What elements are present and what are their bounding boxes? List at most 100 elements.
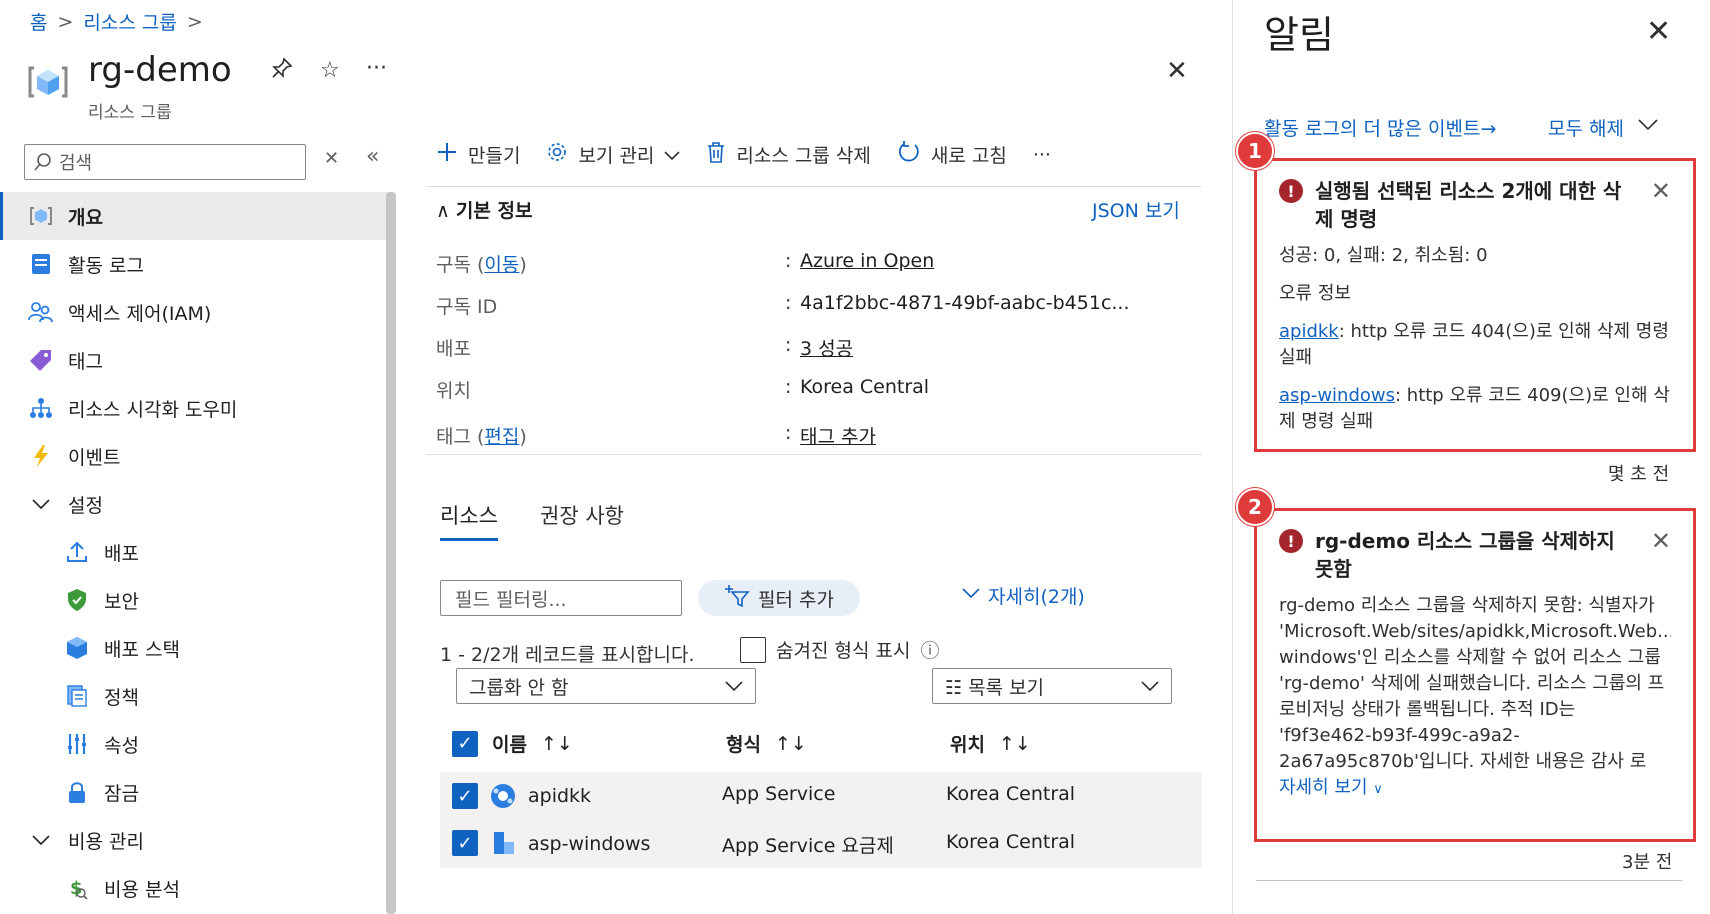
clear-search-icon[interactable]: ✕ [324, 148, 339, 169]
sidebar-item-label: 배포 [104, 542, 139, 565]
colon: : [785, 292, 792, 314]
dismiss-all-button[interactable]: 모두 해제 [1548, 114, 1658, 141]
subscription-label: 구독 (이동) [436, 250, 527, 277]
select-all-checkbox[interactable]: ✓ [452, 730, 478, 757]
dismiss-notification-icon[interactable]: ✕ [1651, 527, 1671, 555]
subscription-move-link[interactable]: 이동 [484, 254, 519, 276]
column-header-location[interactable]: 위치 ↑↓ [950, 730, 1031, 757]
users-icon [28, 299, 54, 325]
sidebar-item-tags[interactable]: 태그 [0, 336, 388, 384]
search-icon [34, 153, 51, 171]
breadcrumb: 홈 > 리소스 그룹 > [30, 8, 203, 35]
manage-view-button[interactable]: 보기 관리 [546, 141, 680, 168]
info-icon[interactable]: ⓘ [920, 636, 939, 663]
sidebar-item-label: 태그 [68, 350, 103, 373]
colon: : [785, 250, 792, 272]
sidebar-item-policies[interactable]: 정책 [0, 672, 388, 720]
sidebar-item-security[interactable]: 보안 [0, 576, 388, 624]
add-tags-link[interactable]: 태그 추가 [800, 422, 876, 449]
refresh-label: 새로 고침 [930, 145, 1007, 167]
chevron-down-icon [28, 827, 54, 853]
subscription-link[interactable]: Azure in Open [800, 250, 934, 272]
sidebar-item-activity-log[interactable]: 활동 로그 [0, 240, 388, 288]
error-resource-link[interactable]: apidkk [1279, 321, 1339, 342]
sidebar-item-label: 설정 [68, 494, 103, 517]
sidebar-item-overview[interactable]: 개요 [0, 192, 388, 240]
group-by-dropdown[interactable]: 그룹화 안 함 [456, 668, 756, 704]
notification-title[interactable]: rg-demo 리소스 그룹을 삭제하지 못함 [1315, 527, 1639, 583]
view-mode-dropdown[interactable]: ☷ 목록 보기 [932, 668, 1172, 704]
sidebar-scrollbar[interactable] [386, 192, 396, 914]
chevron-down-icon: ∨ [1373, 782, 1383, 797]
tab-resources[interactable]: 리소스 [440, 500, 498, 541]
column-header-name[interactable]: ✓ 이름 ↑↓ [452, 730, 573, 757]
refresh-button[interactable]: 새로 고침 [897, 140, 1007, 169]
notification-summary: 성공: 0, 실패: 2, 취소됨: 0 [1279, 245, 1488, 266]
search-input[interactable]: 검색 [24, 144, 306, 180]
row-checkbox[interactable]: ✓ [452, 830, 478, 856]
sidebar-item-properties[interactable]: 속성 [0, 720, 388, 768]
activity-log-icon [28, 251, 54, 277]
sidebar-item-deployment-stacks[interactable]: 배포 스택 [0, 624, 388, 672]
dismiss-all-label: 모두 해제 [1548, 118, 1624, 140]
sidebar-item-events[interactable]: 이벤트 [0, 432, 388, 480]
pin-icon[interactable] [270, 56, 294, 86]
breadcrumb-separator: > [186, 10, 203, 33]
subscription-label-end: ) [519, 254, 527, 276]
breadcrumb-resource-groups[interactable]: 리소스 그룹 [83, 8, 176, 35]
delete-resource-group-button[interactable]: 리소스 그룹 삭제 [706, 141, 871, 168]
details-toggle[interactable]: 자세히(2개) [962, 582, 1085, 609]
more-events-link[interactable]: 활동 로그의 더 많은 이벤트→ [1264, 114, 1496, 141]
more-commands-button[interactable]: ··· [1033, 144, 1051, 166]
essentials-toggle[interactable]: ∧ 기본 정보 [436, 196, 532, 223]
create-button[interactable]: 만들기 [436, 141, 520, 168]
refresh-icon [897, 140, 921, 169]
see-more-link[interactable]: 자세히 보기 ∨ [1279, 775, 1671, 803]
show-hidden-types[interactable]: 숨겨진 형식 표시 ⓘ [740, 636, 939, 663]
sidebar-item-iam[interactable]: 액세스 제어(IAM) [0, 288, 388, 336]
notification-card[interactable]: ! rg-demo 리소스 그룹을 삭제하지 못함 ✕ rg-demo 리소스 … [1254, 508, 1696, 842]
sidebar-group-cost-management[interactable]: 비용 관리 [0, 816, 388, 864]
show-hidden-types-checkbox[interactable] [740, 636, 766, 663]
column-location-label: 위치 [950, 734, 985, 756]
record-count: 1 - 2/2개 레코드를 표시합니다. [440, 644, 695, 666]
see-more-label: 자세히 보기 [1279, 777, 1368, 798]
collapse-nav-icon[interactable]: « [366, 144, 379, 169]
resource-type: App Service 요금제 [722, 835, 894, 857]
row-checkbox[interactable]: ✓ [452, 783, 478, 809]
close-notifications-icon[interactable]: ✕ [1646, 14, 1671, 49]
divider [426, 186, 1202, 187]
sidebar-item-label: 속성 [104, 734, 139, 757]
chevron-down-icon [1638, 114, 1658, 141]
deployments-link[interactable]: 3 성공 [800, 334, 853, 361]
notification-card[interactable]: ! 실행됨 선택된 리소스 2개에 대한 삭제 명령 ✕ 성공: 0, 실패: … [1254, 158, 1696, 452]
sidebar-item-resource-visualizer[interactable]: 리소스 시각화 도우미 [0, 384, 388, 432]
policy-icon [64, 683, 90, 709]
sidebar-item-deployments[interactable]: 배포 [0, 528, 388, 576]
tags-edit-link[interactable]: 편집 [484, 426, 519, 448]
chevron-down-icon [1141, 675, 1159, 697]
resource-name-link[interactable]: apidkk [528, 785, 591, 807]
sidebar-item-cost-analysis[interactable]: $ 비용 분석 [0, 864, 388, 912]
sort-icon[interactable]: ↑↓ [999, 733, 1031, 755]
breadcrumb-home[interactable]: 홈 [30, 8, 47, 35]
column-header-type[interactable]: 형식 ↑↓ [726, 730, 807, 757]
chevron-down-icon [962, 582, 980, 609]
sort-icon[interactable]: ↑↓ [775, 733, 807, 755]
error-resource-link[interactable]: asp-windows [1279, 385, 1395, 406]
add-filter-button[interactable]: 필터 추가 [698, 580, 860, 616]
json-view-link[interactable]: JSON 보기 [1092, 196, 1180, 223]
sidebar-item-locks[interactable]: 잠금 [0, 768, 388, 816]
field-filter-input[interactable]: 필드 필터링... [440, 580, 682, 616]
sidebar-group-settings[interactable]: 설정 [0, 480, 388, 528]
close-blade-icon[interactable]: ✕ [1166, 56, 1188, 86]
star-icon[interactable]: ☆ [320, 58, 340, 83]
tab-recommendations[interactable]: 권장 사항 [540, 500, 624, 530]
page-title: rg-demo [88, 50, 232, 90]
more-icon[interactable]: ··· [366, 56, 387, 81]
resource-name-link[interactable]: asp-windows [528, 833, 650, 855]
resource-location: Korea Central [946, 783, 1076, 805]
sort-icon[interactable]: ↑↓ [541, 733, 573, 755]
add-filter-label: 필터 추가 [758, 588, 834, 611]
dismiss-notification-icon[interactable]: ✕ [1651, 177, 1671, 205]
